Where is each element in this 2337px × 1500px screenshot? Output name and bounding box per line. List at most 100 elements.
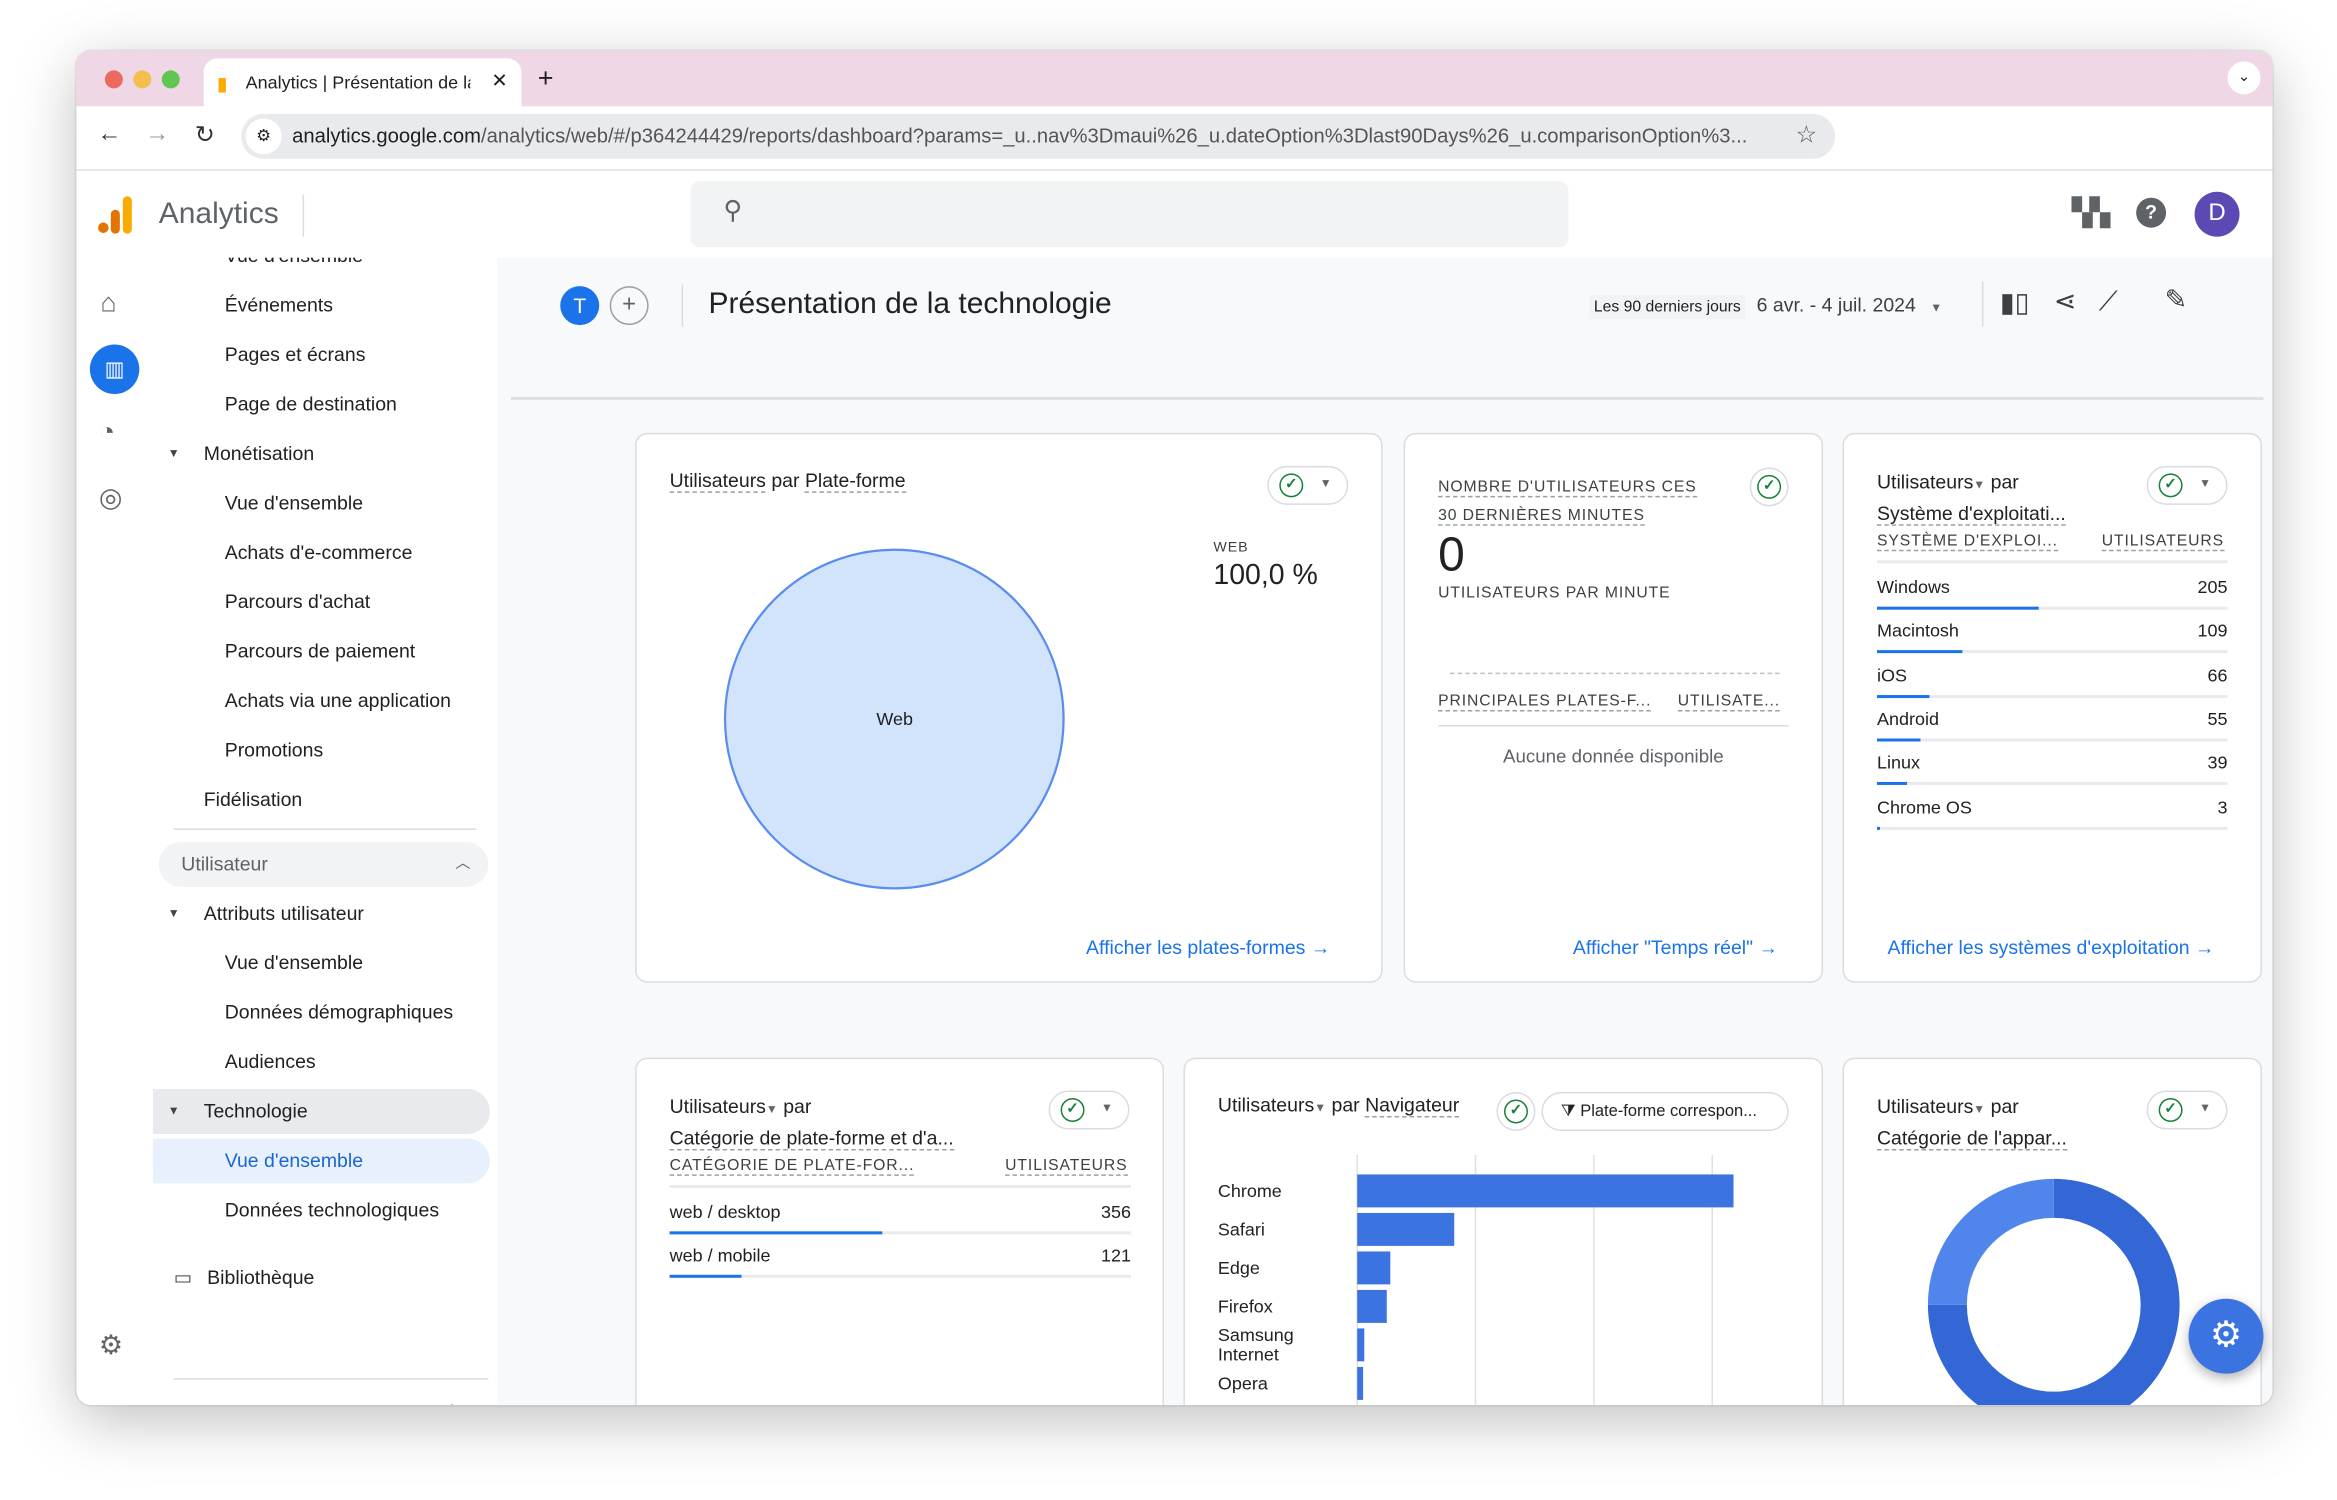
- table-row[interactable]: Macintosh 109: [1876, 610, 2228, 654]
- forward-icon[interactable]: →: [145, 121, 169, 148]
- donut-slice-mobile[interactable]: [1927, 1178, 2054, 1305]
- data-quality-button[interactable]: ✓: [1749, 467, 1789, 507]
- nav-group-user-attributes[interactable]: ▼ Attributs utilisateur: [153, 891, 490, 936]
- card-users-by-platform-device: Utilisateurs ▼ par Catégorie de plate-form…: [635, 1057, 1164, 1406]
- search-input[interactable]: ⚲: [690, 181, 1569, 248]
- nav-item-in-app-purchases[interactable]: Achats via une application: [225, 679, 451, 724]
- nav-item-demographics[interactable]: Données démographiques: [225, 990, 453, 1035]
- bar-safari[interactable]: [1357, 1212, 1455, 1246]
- back-icon[interactable]: ←: [97, 121, 121, 148]
- folder-icon: ▭: [173, 1265, 193, 1289]
- avatar[interactable]: D: [2194, 191, 2240, 237]
- dimension-selector[interactable]: Catégorie de l'appar...: [1876, 1126, 2067, 1151]
- tab-search-chevron-icon[interactable]: ⌄: [2227, 61, 2261, 95]
- home-icon[interactable]: ⌂: [100, 288, 116, 319]
- close-tab-icon[interactable]: ✕: [491, 69, 507, 93]
- nav-item-events[interactable]: Événements: [225, 283, 333, 328]
- nav-item-overview[interactable]: Vue d'ensemble: [225, 258, 363, 279]
- data-quality-menu[interactable]: ✓ ▼: [2146, 1090, 2228, 1130]
- data-quality-menu[interactable]: ✓ ▼: [1048, 1090, 1130, 1130]
- add-comparison-icon[interactable]: +: [609, 286, 649, 326]
- nav-item-tech-details[interactable]: Données technologiques: [225, 1188, 439, 1233]
- view-os-link[interactable]: Afficher les systèmes d'exploitation →: [1887, 936, 2214, 958]
- settings-gear-icon[interactable]: ⚙: [99, 1330, 123, 1361]
- table-row[interactable]: Linux 39: [1876, 742, 2228, 786]
- filter-chip[interactable]: ⧩ Plate-forme correspon...: [1541, 1092, 1789, 1131]
- column-header[interactable]: SYSTÈME D'EXPLOI...: [1876, 532, 2058, 552]
- nav-item-landing-page[interactable]: Page de destination: [225, 382, 397, 427]
- browser-tab[interactable]: ▮ Analytics | Présentation de la ✕: [203, 58, 522, 108]
- dimension-selector[interactable]: Système d'exploitati...: [1876, 501, 2066, 526]
- metric-selector[interactable]: Utilisateurs: [669, 468, 766, 493]
- check-circle-icon: ✓: [2158, 473, 2183, 498]
- advertising-icon[interactable]: ◎: [99, 482, 123, 513]
- table-row[interactable]: iOS 66: [1876, 654, 2228, 698]
- bar-opera[interactable]: [1357, 1366, 1364, 1400]
- address-bar[interactable]: ⚙ analytics.google.com/analytics/web/#/p…: [241, 113, 1836, 159]
- view-realtime-link[interactable]: Afficher "Temps réel" →: [1573, 936, 1778, 958]
- nav-item-retention[interactable]: Fidélisation: [204, 777, 303, 822]
- nav-item-purchase-journey[interactable]: Parcours d'achat: [225, 580, 371, 625]
- dimension-selector[interactable]: Plate-forme: [804, 468, 906, 493]
- data-quality-button[interactable]: ✓: [1496, 1092, 1536, 1131]
- column-header[interactable]: UTILISATEURS: [2101, 532, 2225, 552]
- ai-insights-fab-icon[interactable]: ⚙: [2188, 1298, 2264, 1374]
- site-settings-icon[interactable]: ⚙: [245, 118, 282, 155]
- table-row[interactable]: web / desktop 356: [669, 1191, 1131, 1235]
- table-row[interactable]: web / mobile 121: [669, 1235, 1131, 1279]
- metric-selector[interactable]: Utilisateurs: [1877, 1095, 1973, 1117]
- table-row[interactable]: Windows 205: [1876, 566, 2228, 610]
- metric-selector[interactable]: Utilisateurs: [1218, 1094, 1314, 1116]
- new-tab-icon[interactable]: +: [538, 63, 554, 94]
- bar-samsung-internet[interactable]: [1357, 1328, 1365, 1362]
- comparison-chip[interactable]: T: [560, 286, 600, 326]
- bar-edge[interactable]: [1357, 1251, 1391, 1285]
- nav-item-tech-overview[interactable]: Vue d'ensemble: [152, 1138, 490, 1184]
- metric-selector[interactable]: Utilisateurs: [670, 1095, 766, 1117]
- nav-item-audiences[interactable]: Audiences: [225, 1040, 316, 1085]
- share-icon[interactable]: ⋖: [2054, 286, 2077, 317]
- nav-item-monetisation-overview[interactable]: Vue d'ensemble: [225, 481, 363, 526]
- column-header[interactable]: UTILISATE...: [1677, 692, 1781, 712]
- column-header[interactable]: PRINCIPALES PLATES-F...: [1438, 692, 1652, 712]
- search-icon: ⚲: [723, 196, 743, 225]
- data-quality-menu[interactable]: ✓ ▼: [1267, 465, 1349, 505]
- nav-item-user-overview[interactable]: Vue d'ensemble: [225, 941, 363, 986]
- insights-icon[interactable]: ⟋: [2099, 286, 2118, 317]
- nav-item-library[interactable]: ▭ Bibliothèque: [174, 1255, 315, 1300]
- dimension-selector[interactable]: Catégorie de plate-forme et d'a...: [669, 1126, 954, 1151]
- column-header[interactable]: CATÉGORIE DE PLATE-FOR...: [669, 1156, 915, 1176]
- explore-icon[interactable]: ◔: [99, 416, 115, 447]
- metric-selector[interactable]: Utilisateurs: [1877, 470, 1973, 492]
- row-value: 205: [2197, 576, 2228, 598]
- edit-pencil-icon[interactable]: ✎: [2165, 285, 2188, 316]
- maximize-window-button[interactable]: [161, 70, 180, 89]
- table-row[interactable]: Android 55: [1876, 698, 2228, 742]
- row-label: Linux: [1876, 752, 1920, 774]
- nav-item-pages-screens[interactable]: Pages et écrans: [225, 333, 366, 378]
- view-platforms-link[interactable]: Afficher les plates-formes →: [1086, 936, 1330, 958]
- data-quality-menu[interactable]: ✓ ▼: [2146, 465, 2228, 505]
- nav-section-user[interactable]: Utilisateur ︿: [158, 841, 489, 887]
- reports-icon[interactable]: ▥: [89, 344, 140, 394]
- bar-chrome[interactable]: [1357, 1174, 1734, 1208]
- help-icon[interactable]: ?: [2136, 197, 2167, 228]
- close-window-button[interactable]: [104, 70, 123, 89]
- minimize-window-button[interactable]: [133, 70, 152, 89]
- nav-group-monetisation[interactable]: ▼ Monétisation: [153, 431, 490, 476]
- compare-icon[interactable]: ▮▯: [2000, 288, 2030, 319]
- bookmark-star-icon[interactable]: ☆: [1796, 114, 1817, 159]
- apps-grid-icon[interactable]: ▚▚: [2072, 198, 2110, 229]
- nav-group-technology[interactable]: ▼ Technologie: [152, 1089, 490, 1134]
- nav-item-ecommerce[interactable]: Achats d'e-commerce: [225, 530, 413, 575]
- bar-firefox[interactable]: [1357, 1289, 1387, 1323]
- table-row[interactable]: Chrome OS 3: [1876, 786, 2228, 830]
- nav-item-checkout-journey[interactable]: Parcours de paiement: [225, 629, 416, 674]
- nav-item-promotions[interactable]: Promotions: [225, 728, 323, 773]
- dimension-selector[interactable]: Navigateur: [1365, 1093, 1460, 1118]
- arrow-right-icon: →: [1758, 936, 1778, 959]
- column-header[interactable]: UTILISATEURS: [1005, 1156, 1128, 1176]
- reload-icon[interactable]: ↻: [195, 120, 215, 150]
- date-range-picker[interactable]: Les 90 derniers jours 6 avr. - 4 juil. 2…: [1589, 294, 1942, 320]
- collapse-nav-icon[interactable]: ‹: [446, 1396, 454, 1405]
